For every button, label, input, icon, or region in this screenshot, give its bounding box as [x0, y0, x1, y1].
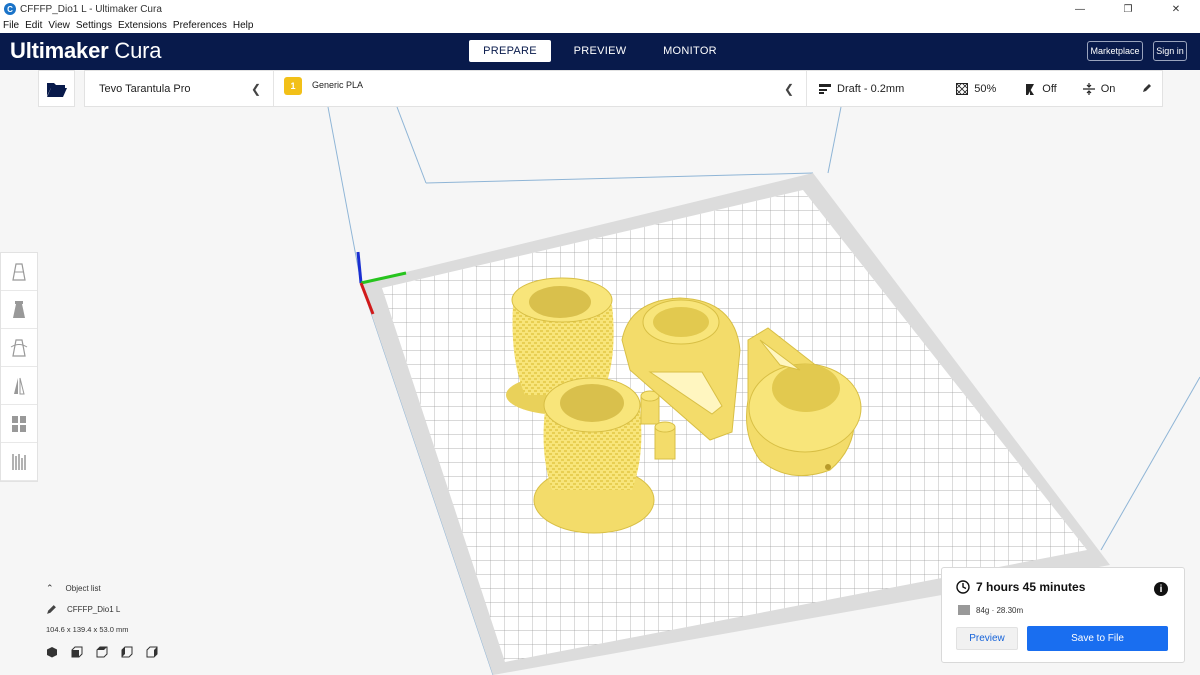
move-tool[interactable]	[1, 253, 37, 291]
print-time: 7 hours 45 minutes	[976, 580, 1086, 594]
menu-bar: File Edit View Settings Extensions Prefe…	[0, 18, 1200, 33]
open-file-button[interactable]	[38, 70, 75, 107]
brand-light: Cura	[114, 38, 162, 63]
stage-tabs: PREPARE PREVIEW MONITOR	[469, 40, 739, 62]
support-setting: Off	[1024, 82, 1057, 95]
3d-view-icon[interactable]	[46, 646, 58, 658]
object-list-panel: ⌃ Object list CFFFP_Dio1 L 104.6 x 139.4…	[46, 583, 158, 658]
profile-setting: Draft - 0.2mm	[819, 83, 904, 95]
pencil-icon[interactable]	[1142, 83, 1152, 93]
clock-icon	[956, 580, 970, 594]
per-model-settings-icon	[12, 415, 26, 432]
adhesion-icon	[1082, 82, 1095, 95]
scale-tool[interactable]	[1, 291, 37, 329]
support-blocker-icon	[12, 453, 26, 470]
support-blocker-tool[interactable]	[1, 443, 37, 481]
signin-button[interactable]: Sign in	[1153, 41, 1187, 61]
material-usage: 84g · 28.30m	[976, 605, 1024, 615]
save-to-file-button[interactable]: Save to File	[1027, 626, 1168, 651]
object-list-toggle[interactable]: ⌃ Object list	[46, 583, 158, 594]
printer-name: Tevo Tarantula Pro	[99, 82, 191, 95]
mirror-tool[interactable]	[1, 367, 37, 405]
brand-logo: Ultimaker Cura	[10, 38, 161, 64]
print-time-row: 7 hours 45 minutes	[956, 580, 1085, 594]
material-name: Generic PLA	[312, 79, 364, 90]
spool-icon	[958, 605, 970, 615]
menu-file[interactable]: File	[3, 20, 19, 31]
info-icon[interactable]: i	[1154, 582, 1168, 596]
move-icon	[12, 262, 26, 281]
printer-selector[interactable]: Tevo Tarantula Pro ❮	[85, 71, 274, 106]
cura-app-icon: C	[4, 3, 16, 15]
marketplace-button[interactable]: Marketplace	[1087, 41, 1143, 61]
camera-view-buttons	[46, 646, 158, 658]
close-button[interactable]: ✕	[1152, 0, 1200, 18]
print-summary-panel: 7 hours 45 minutes i 84g · 28.30m Previe…	[941, 567, 1185, 663]
mirror-icon	[14, 377, 25, 394]
tab-preview[interactable]: PREVIEW	[559, 40, 641, 62]
material-usage-row: 84g · 28.30m	[958, 604, 1023, 616]
chevron-up-icon: ⌃	[46, 583, 54, 593]
material-selector[interactable]: 1 Generic PLA ❮	[274, 71, 807, 106]
app-header: Ultimaker Cura PREPARE PREVIEW MONITOR M…	[0, 33, 1200, 70]
infill-setting: 50%	[956, 82, 997, 95]
tab-prepare[interactable]: PREPARE	[469, 40, 551, 62]
cura-window: C CFFFP_Dio1 L - Ultimaker Cura — ❐ ✕ Fi…	[0, 0, 1200, 675]
profile-value: Draft - 0.2mm	[837, 82, 905, 95]
menu-view[interactable]: View	[48, 20, 70, 31]
model-tools	[0, 252, 38, 482]
model-knurled-cup-front[interactable]	[533, 377, 655, 534]
support-value: Off	[1042, 82, 1057, 95]
object-list-label: Object list	[65, 584, 101, 593]
profile-icon	[819, 83, 831, 94]
print-settings-selector[interactable]: Draft - 0.2mm 50% Off On	[807, 71, 1162, 106]
infill-value: 50%	[974, 82, 997, 95]
minimize-button[interactable]: —	[1056, 0, 1104, 18]
preview-button[interactable]: Preview	[956, 627, 1018, 650]
top-view-icon[interactable]	[96, 646, 108, 658]
window-title: CFFFP_Dio1 L - Ultimaker Cura	[20, 3, 162, 15]
menu-help[interactable]: Help	[233, 20, 254, 31]
extruder-badge: 1	[284, 76, 302, 95]
menu-settings[interactable]: Settings	[76, 20, 112, 31]
brand-bold: Ultimaker	[10, 38, 109, 63]
front-view-icon[interactable]	[71, 646, 83, 658]
print-setup-toolbar: Tevo Tarantula Pro ❮ 1 Generic PLA ❮ Dra…	[84, 70, 1163, 107]
pencil-icon[interactable]	[46, 604, 57, 615]
adhesion-setting: On	[1082, 82, 1116, 95]
menu-preferences[interactable]: Preferences	[173, 20, 227, 31]
restore-button[interactable]: ❐	[1104, 0, 1152, 18]
support-icon	[1026, 83, 1035, 95]
tab-monitor[interactable]: MONITOR	[649, 40, 731, 62]
window-titlebar: C CFFFP_Dio1 L - Ultimaker Cura — ❐ ✕	[0, 0, 1200, 18]
scale-icon	[13, 300, 25, 318]
rotate-tool[interactable]	[1, 329, 37, 367]
object-dimensions: 104.6 x 139.4 x 53.0 mm	[46, 625, 129, 634]
right-view-icon[interactable]	[146, 646, 158, 658]
object-name-row: CFFFP_Dio1 L	[46, 604, 158, 615]
adhesion-value: On	[1100, 82, 1116, 95]
chevron-left-icon: ❮	[250, 82, 261, 96]
infill-icon	[956, 82, 969, 95]
per-model-settings-tool[interactable]	[1, 405, 37, 443]
menu-extensions[interactable]: Extensions	[118, 20, 167, 31]
folder-icon	[46, 82, 67, 97]
rotate-icon	[10, 338, 28, 357]
menu-edit[interactable]: Edit	[25, 20, 42, 31]
left-view-icon[interactable]	[121, 646, 133, 658]
object-name: CFFFP_Dio1 L	[67, 605, 121, 614]
chevron-left-icon: ❮	[783, 82, 794, 96]
